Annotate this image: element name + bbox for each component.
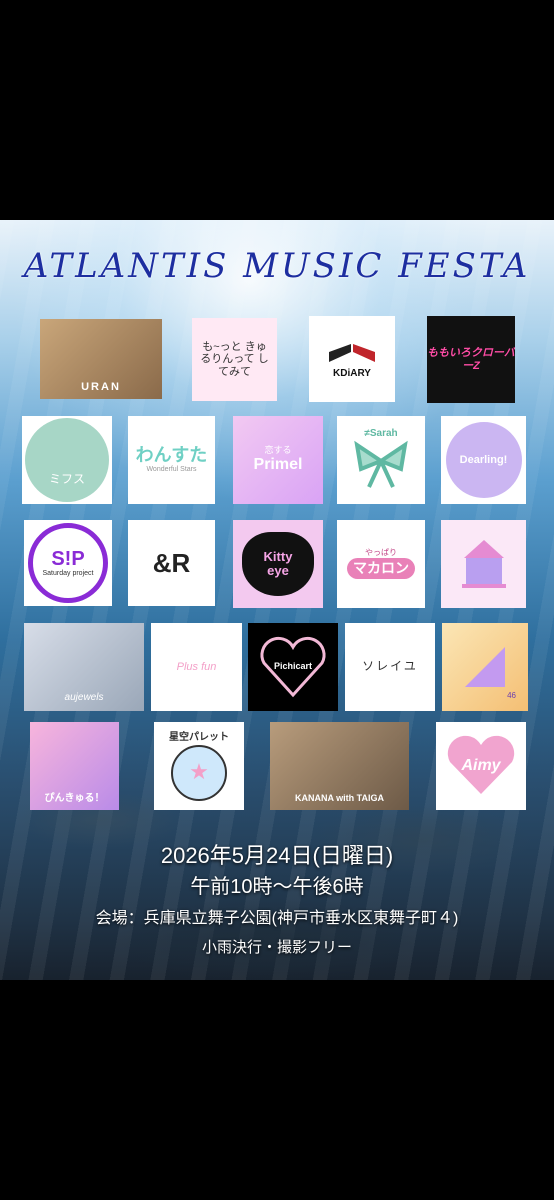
performer-label: 46 [507,691,516,701]
performer-aujewels: aujewels [24,623,144,711]
triangle-icon [465,647,505,687]
event-date: 2026年5月24日(日曜日) [160,843,394,868]
performer-label: Pichicart [273,661,313,672]
star-icon: ★ [189,760,209,785]
performer-label: も~っと きゅるりんって してみて [200,341,269,378]
performer-sublabel: Wonderful Stars [146,466,197,474]
performer-hoshizora: 星空パレット ★ [154,722,244,810]
performer-label: S!P [51,548,85,571]
performer-label: Primel [253,456,303,474]
sp-logo: S!P Saturday project [28,523,108,603]
performer-46: 46 [442,623,528,711]
performer-andr: &R [128,520,215,606]
performer-label: Aimy [461,757,501,775]
performer-kanana: KANANA with TAIGA [270,722,409,810]
performer-label: ≠Sarah [364,427,398,439]
carousel-icon [461,540,506,588]
event-venue: 会場：兵庫県立舞子公園(神戸市垂水区東舞子町４) [95,910,459,927]
performer-label: &R [152,547,191,578]
performer-sublabel: eye [267,563,289,578]
performer-pichicart: Pichicart [248,623,338,711]
performer-pinkyu: ぴんきゅる！ [30,722,119,810]
performer-label: ミフス [48,472,85,487]
performer-label: マカロン [347,557,415,580]
performer-aimy: Aimy [436,722,526,810]
performer-soleil: ソレイユ [345,623,435,711]
performer-label: KDiARY [333,367,371,379]
performer-label: ソレイユ [362,659,418,674]
performer-label: ももいろクローバーZ [427,347,515,372]
performer-uran: URAN [40,319,162,399]
performer-kitty-eye: Kitty eye [233,520,323,608]
performer-dearling: Dearling! [441,416,526,504]
performer-label: aujewels [64,692,104,703]
performer-plus-fun: Plus fun [151,623,242,711]
performer-label: Plus fun [176,660,217,673]
performer-label: わんすた [135,445,208,466]
performer-mofu: ミフス [22,416,112,504]
performer-sublabel: やっぱり [365,547,397,557]
performer-label: URAN [81,380,121,393]
performer-kdiary: KDiARY [309,316,395,402]
performer-sarah: ≠Sarah [337,416,425,504]
performer-carousel [441,520,526,608]
performer-label: ぴんきゅる！ [44,793,105,804]
palette-icon: ★ [171,744,227,801]
ribbon-icon [354,440,408,488]
dearling-logo: Dearling! [445,422,522,498]
performer-label: Dearling! [459,453,508,466]
event-time: 午前10時～午後6時 [190,876,364,898]
performer-sublabel: 恋する [264,445,292,456]
festival-poster: ATLANTIS MUSIC FESTA URAN も~っと きゅるりんって し… [0,220,554,980]
mofu-logo: ミフス [25,418,109,502]
performer-label: Kitty [263,548,293,564]
performer-motto: も~っと きゅるりんって してみて [192,318,277,401]
performer-label: 星空パレット [169,731,229,743]
performer-macaron: やっぱり マカロン [337,520,425,608]
event-note: 小雨決行・撮影フリー [201,939,352,956]
cat-icon: Kitty eye [242,532,314,596]
performer-wansuta: わんすた Wonderful Stars [128,416,215,504]
performer-saturday-project: S!P Saturday project [24,520,112,606]
performer-sublabel: Saturday project [42,570,94,578]
kdiary-logo: KDiARY [327,340,377,379]
performer-momoclo: ももいろクローバーZ [427,316,515,403]
performer-primel: 恋する Primel [233,416,323,504]
performer-label: KANANA with TAIGA [295,793,384,804]
book-icon [329,343,375,362]
festival-title: ATLANTIS MUSIC FESTA [23,246,531,286]
